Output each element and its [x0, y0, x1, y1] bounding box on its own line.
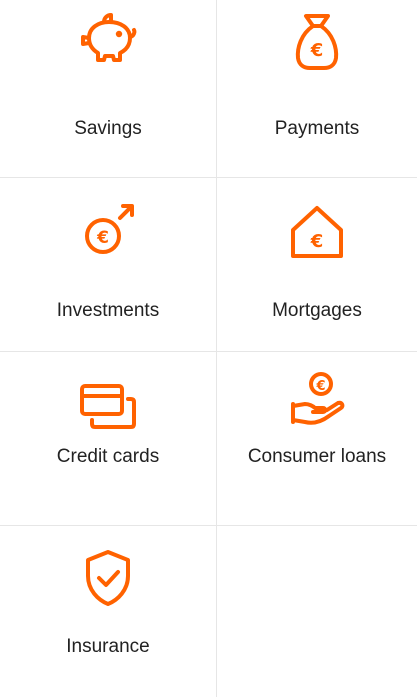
product-tile-credit-cards[interactable]: Credit cards	[0, 352, 216, 525]
svg-text:€: €	[96, 228, 109, 248]
product-label: Insurance	[66, 636, 150, 657]
product-tile-payments[interactable]: € Payments	[217, 0, 417, 177]
hand-euro-coin-icon: €	[285, 370, 349, 434]
product-label: Mortgages	[272, 300, 362, 321]
svg-text:€: €	[310, 231, 324, 252]
svg-text:€: €	[310, 40, 324, 61]
product-label: Payments	[274, 118, 360, 139]
shield-check-icon	[76, 546, 140, 610]
product-tile-insurance[interactable]: Insurance	[0, 526, 216, 697]
product-label: Credit cards	[56, 446, 160, 467]
product-tile-savings[interactable]: Savings	[0, 0, 216, 177]
credit-cards-icon	[76, 374, 140, 438]
product-grid: Savings € Payments € Investments € Mortg…	[0, 0, 417, 697]
product-label: Savings	[74, 118, 142, 139]
product-label: Consumer loans	[247, 446, 387, 467]
svg-text:€: €	[315, 379, 325, 394]
euro-coin-arrow-up-icon: €	[76, 198, 140, 262]
money-bag-euro-icon: €	[285, 10, 349, 74]
product-tile-mortgages[interactable]: € Mortgages	[217, 178, 417, 351]
piggy-bank-icon	[76, 10, 140, 74]
product-tile-investments[interactable]: € Investments	[0, 178, 216, 351]
house-euro-icon: €	[285, 200, 349, 264]
product-label: Investments	[56, 300, 160, 321]
product-tile-consumer-loans[interactable]: € Consumer loans	[217, 352, 417, 525]
